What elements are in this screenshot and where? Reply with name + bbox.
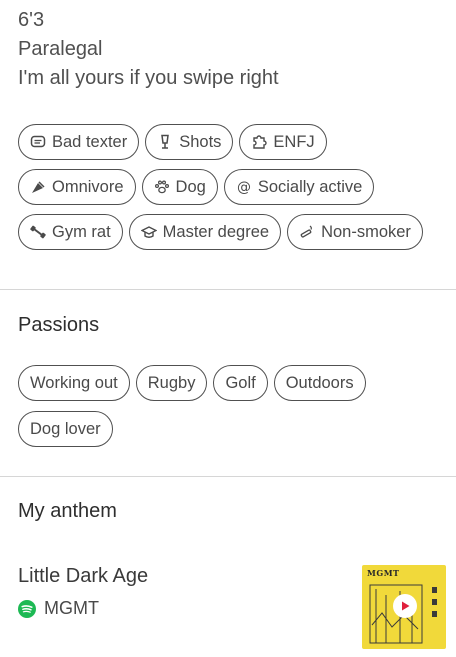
chip-master-degree[interactable]: Master degree xyxy=(128,214,282,250)
album-cover[interactable]: MGMT xyxy=(362,565,446,649)
svg-text:@: @ xyxy=(237,180,251,196)
play-button[interactable] xyxy=(393,594,417,618)
passion-chip[interactable]: Dog lover xyxy=(18,411,113,447)
chip-socially-active[interactable]: @ Socially active xyxy=(223,169,375,205)
chip-label: Dog lover xyxy=(30,419,101,438)
chip-label: Socially active xyxy=(257,177,363,196)
graduation-cap-icon xyxy=(140,224,157,240)
passion-chip[interactable]: Rugby xyxy=(135,365,208,401)
chip-dog[interactable]: Dog xyxy=(141,169,218,205)
chip-gym-rat[interactable]: Gym rat xyxy=(18,214,123,250)
chip-label: Golf xyxy=(225,373,256,392)
anthem-artist-name: MGMT xyxy=(44,598,99,618)
chip-enfj[interactable]: ENFJ xyxy=(239,124,327,160)
chip-label: Bad texter xyxy=(52,132,128,151)
chip-label: ENFJ xyxy=(273,132,315,151)
chip-bad-texter[interactable]: Bad texter xyxy=(18,124,140,160)
section-divider xyxy=(0,476,456,477)
play-icon xyxy=(402,601,410,611)
chip-label: Dog xyxy=(175,177,206,196)
section-divider xyxy=(0,289,456,290)
passion-chips: Working out Rugby Golf Outdoors Dog love… xyxy=(18,365,366,456)
profile-bio: I'm all yours if you swipe right xyxy=(18,67,279,89)
chip-omnivore[interactable]: Omnivore xyxy=(18,169,136,205)
passion-chip[interactable]: Working out xyxy=(18,365,130,401)
paw-icon xyxy=(154,179,170,195)
food-icon xyxy=(30,179,46,195)
chip-label: Omnivore xyxy=(52,177,124,196)
passion-chip[interactable]: Outdoors xyxy=(273,365,366,401)
chip-label: Shots xyxy=(179,132,222,151)
chip-non-smoker[interactable]: Non-smoker xyxy=(287,214,423,250)
shot-glass-icon xyxy=(157,134,173,150)
anthem-song-title: Little Dark Age xyxy=(18,565,149,587)
chip-shots[interactable]: Shots xyxy=(145,124,234,160)
lifestyle-chips: Bad texter Shots ENFJ Omnivore Dog @ Soc… xyxy=(18,124,423,259)
passion-chip[interactable]: Golf xyxy=(213,365,268,401)
chip-label: Rugby xyxy=(147,373,196,392)
profile-job: Paralegal xyxy=(18,38,103,60)
profile-height: 6'3 xyxy=(18,9,45,31)
chip-label: Gym rat xyxy=(52,222,111,241)
dumbbell-icon xyxy=(30,224,46,240)
at-icon: @ xyxy=(236,179,252,196)
passions-title: Passions xyxy=(18,314,100,336)
anthem-artist-row: MGMT xyxy=(18,598,99,619)
chip-label: Outdoors xyxy=(285,373,354,392)
puzzle-icon xyxy=(251,134,268,150)
anthem-section-title: My anthem xyxy=(18,500,117,522)
spotify-icon xyxy=(18,599,36,618)
no-smoking-icon xyxy=(299,224,315,240)
chip-label: Master degree xyxy=(162,222,270,241)
chat-bubble-icon xyxy=(30,134,46,150)
chip-label: Non-smoker xyxy=(321,222,411,241)
chip-label: Working out xyxy=(30,373,118,392)
profile-info: 6'3 Paralegal I'm all yours if you swipe… xyxy=(18,6,279,93)
